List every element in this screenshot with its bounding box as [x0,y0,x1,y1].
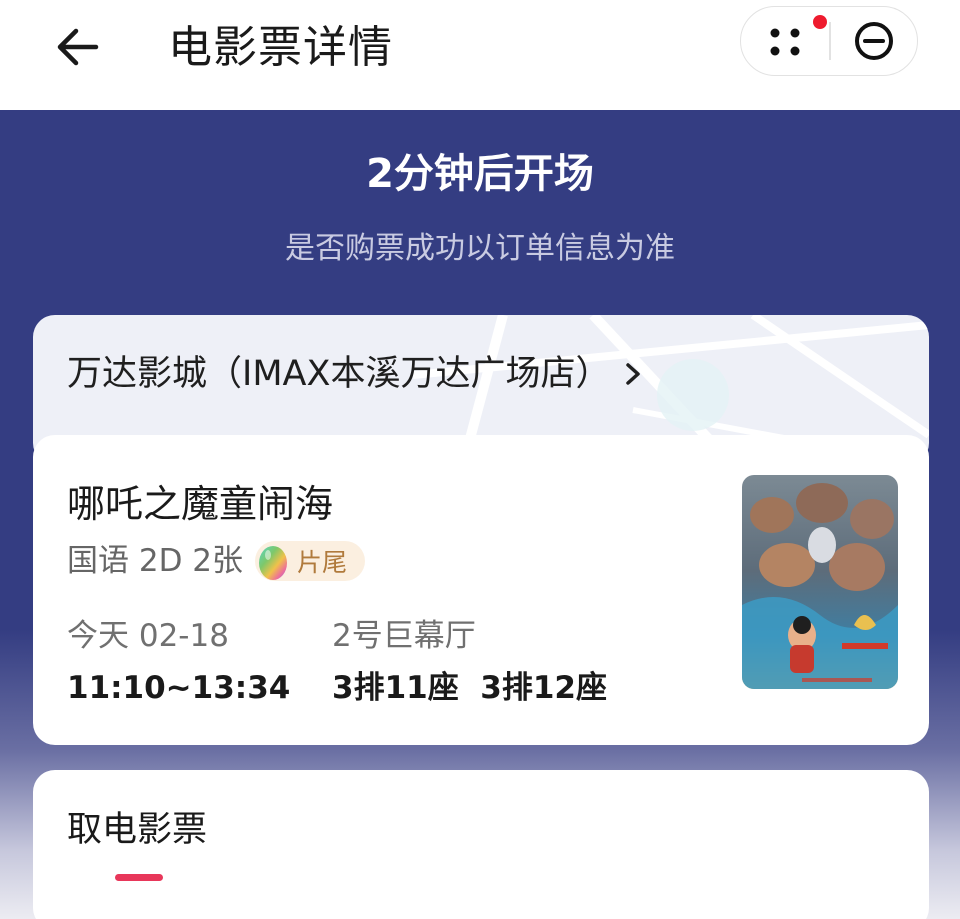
movie-card[interactable]: 哪吒之魔童闹海 国语 2D 2张 片尾 今天 02-18 11:10~13:34… [33,435,929,745]
mini-program-capsule [740,6,918,76]
ticket-pickup-title: 取电影票 [67,810,208,850]
close-button[interactable] [831,7,918,75]
notification-dot [813,15,827,29]
ticket-pickup-card: 取电影票 [33,770,929,919]
show-date: 今天 02-18 [67,618,229,654]
status-note: 是否购票成功以订单信息为准 [285,231,675,266]
hall-name: 2号巨幕厅 [332,618,476,654]
top-nav-bar: 电影票详情 [0,0,960,110]
chevron-right-icon [626,363,641,385]
page-title: 电影票详情 [168,22,393,73]
more-button[interactable] [741,7,829,75]
showtime-countdown: 2分钟后开场 [366,151,594,197]
movie-meta: 国语 2D 2张 片尾 [67,539,366,583]
active-tab-indicator [115,874,163,881]
minus-circle-icon [854,22,893,60]
post-credits-label: 片尾 [297,548,348,577]
post-credits-tag[interactable]: 片尾 [255,541,366,581]
movie-title: 哪吒之魔童闹海 [67,482,334,526]
cinema-link[interactable]: 万达影城（IMAX本溪万达广场店） [67,351,650,397]
cinema-name: 万达影城（IMAX本溪万达广场店） [67,354,611,394]
back-button[interactable] [50,22,104,72]
movie-format: 国语 2D 2张 [67,543,244,579]
movie-poster[interactable] [742,475,898,689]
arrow-left-icon [57,28,99,66]
easter-egg-icon [259,546,288,580]
more-dots-icon [770,28,800,56]
seat-info: 3排11座 3排12座 [332,670,608,706]
poster-image [742,475,898,689]
show-time: 11:10~13:34 [67,670,291,706]
